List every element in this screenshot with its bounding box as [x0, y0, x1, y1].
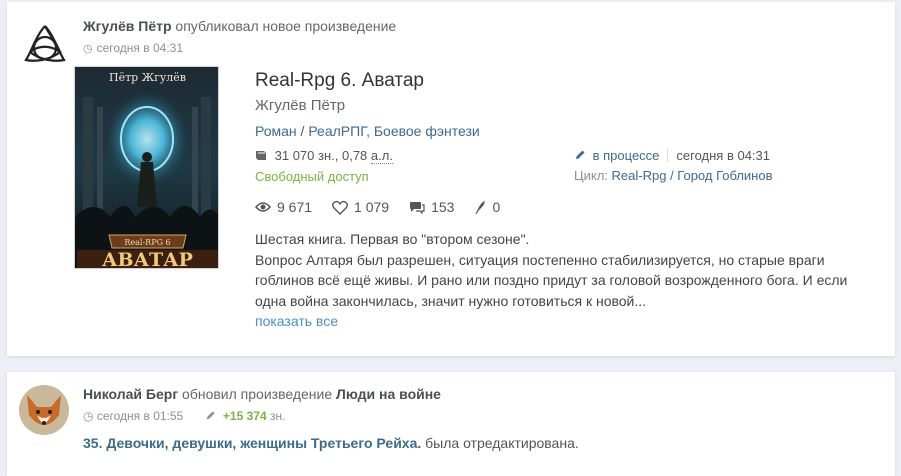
- size-text: 31 070 зн., 0,78: [274, 148, 368, 163]
- status-time: сегодня в 04:31: [676, 148, 771, 163]
- heart-icon[interactable]: [332, 200, 349, 215]
- cycle-label: Цикл:: [574, 168, 608, 183]
- author-link[interactable]: Жгулёв Пётр: [83, 18, 172, 34]
- cover-title-text: АВАТАР: [102, 249, 193, 269]
- work-title-link[interactable]: Real-Rpg 6. Аватар: [255, 70, 424, 92]
- update-meta: ◷ сегодня в 01:55 +15 374 зн.: [83, 409, 285, 423]
- cycle-link[interactable]: Real-Rpg / Город Гоблинов: [612, 168, 773, 183]
- book-cover[interactable]: Пётр Жгулёв Real-RPG 6 АВАТАР: [74, 66, 219, 269]
- genre-main-link[interactable]: Роман: [255, 123, 297, 139]
- likes-stat[interactable]: 1 079: [332, 199, 389, 215]
- cycle-line: Цикл: Real-Rpg / Город Гоблинов: [574, 168, 773, 183]
- update-chapter-line: 35. Девочки, девушки, женщины Третьего Р…: [83, 435, 579, 451]
- update-action-text: обновил произведение: [182, 386, 333, 402]
- feed-card-update: Николай Берг обновил произведение Люди н…: [7, 372, 895, 476]
- post-timestamp: ◷ сегодня в 04:31: [83, 41, 183, 55]
- views-count: 9 671: [277, 199, 313, 215]
- pencil-icon: [574, 148, 593, 163]
- awards-count: 0: [492, 199, 501, 215]
- feed-card-publication: Жгулёв Пётр опубликовал новое произведен…: [7, 2, 895, 356]
- post-action-text: опубликовал новое произведение: [175, 18, 397, 34]
- update-delta: +15 374: [222, 409, 267, 423]
- views-stat: 9 671: [255, 199, 312, 215]
- genre-separator: /: [300, 123, 305, 139]
- genres-link[interactable]: РеалРПГ, Боевое фэнтези: [308, 123, 479, 139]
- awards-stat[interactable]: 0: [474, 199, 500, 215]
- clock-icon: ◷: [83, 43, 93, 55]
- update-time: сегодня в 01:55: [96, 409, 184, 423]
- description-line-2: Вопрос Алтаря был разрешен, ситуация пос…: [255, 251, 848, 309]
- likes-count: 1 079: [354, 199, 390, 215]
- work-author[interactable]: Жгулёв Пётр: [255, 97, 345, 114]
- work-description: Шестая книга. Первая во "втором сезоне".…: [255, 229, 865, 311]
- clock-icon: ◷: [83, 409, 94, 423]
- cover-author-text: Пётр Жгулёв: [109, 71, 186, 84]
- update-author-link[interactable]: Николай Берг: [83, 386, 178, 402]
- author-avatar-triquetra-icon[interactable]: [22, 22, 68, 68]
- chapter-suffix: была отредактирована.: [425, 435, 579, 451]
- post-time-text: сегодня в 04:31: [96, 41, 184, 55]
- comments-icon[interactable]: [409, 201, 425, 214]
- comments-stat[interactable]: 153: [409, 199, 454, 215]
- size-unit: а.л.: [370, 148, 393, 164]
- description-line-1: Шестая книга. Первая во "втором сезоне".: [255, 231, 530, 247]
- writing-status: в процессе сегодня в 04:31: [574, 148, 770, 163]
- update-header: Николай Берг обновил произведение Люди н…: [83, 386, 441, 402]
- chapter-link[interactable]: 35. Девочки, девушки, женщины Третьего Р…: [83, 435, 421, 451]
- update-delta-unit: зн.: [269, 409, 286, 423]
- post-header: Жгулёв Пётр опубликовал новое произведен…: [83, 18, 396, 34]
- eye-icon: [255, 202, 271, 212]
- show-all-link[interactable]: показать все: [255, 313, 338, 329]
- cover-series-text: Real-RPG 6: [124, 238, 170, 247]
- access-status: Свободный доступ: [255, 169, 369, 184]
- update-work-link[interactable]: Люди на войне: [336, 386, 441, 402]
- comments-count: 153: [431, 199, 455, 215]
- author-avatar-fox[interactable]: [19, 385, 69, 435]
- divider: [667, 148, 669, 162]
- work-size: 31 070 зн., 0,78 а.л.: [255, 148, 393, 164]
- book-icon: [255, 148, 275, 163]
- genres-line: Роман / РеалРПГ, Боевое фэнтези: [255, 123, 480, 139]
- feather-icon[interactable]: [474, 200, 486, 215]
- status-text: в процессе: [592, 148, 660, 163]
- work-stats: 9 671 1 079 153 0: [255, 199, 520, 215]
- pencil-icon: [205, 409, 219, 423]
